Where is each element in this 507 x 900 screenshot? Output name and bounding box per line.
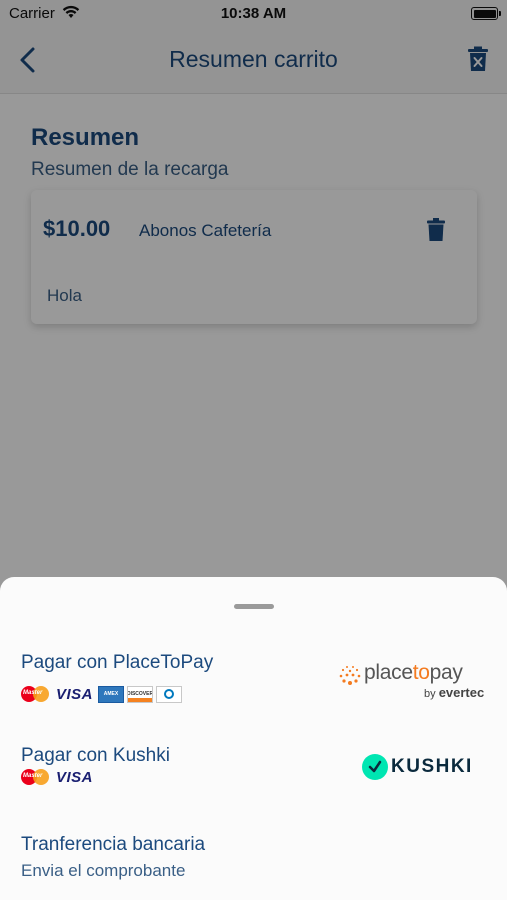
option-subtitle: Envia el comprobante (21, 861, 186, 880)
placetopay-sun-icon (339, 666, 361, 685)
visa-icon: VISA (56, 768, 94, 786)
payment-option-bank-transfer[interactable]: Tranferencia bancaria Envia el comproban… (0, 817, 507, 900)
kushki-mark-icon (362, 754, 388, 780)
placetopay-logo: placetopay by evertec (338, 661, 488, 701)
evertec-label: by evertec (424, 685, 485, 700)
mastercard-icon: Master (21, 768, 51, 786)
visa-icon: VISA (56, 685, 94, 703)
payment-option-placetopay[interactable]: Pagar con PlaceToPay Master VISA AMEX DI… (0, 577, 507, 717)
option-title: Tranferencia bancaria (21, 834, 206, 855)
option-title: Pagar con PlaceToPay (21, 652, 214, 673)
payment-bottom-sheet: Pagar con PlaceToPay Master VISA AMEX DI… (0, 577, 507, 900)
kushki-logo: KUSHKI (362, 754, 472, 782)
diners-icon (156, 685, 183, 703)
kushki-wordmark: KUSHKI (391, 756, 473, 777)
accepted-cards: Master VISA AMEX DISCOVER (21, 684, 183, 704)
amex-icon: AMEX (98, 685, 125, 703)
accepted-cards: Master VISA (21, 767, 95, 787)
placetopay-wordmark: placetopay (364, 661, 463, 684)
discover-icon: DISCOVER (127, 685, 154, 703)
payment-option-kushki[interactable]: Pagar con Kushki Master VISA KUSHKI (0, 717, 507, 817)
mastercard-icon: Master (21, 685, 51, 703)
option-title: Pagar con Kushki (21, 745, 170, 766)
